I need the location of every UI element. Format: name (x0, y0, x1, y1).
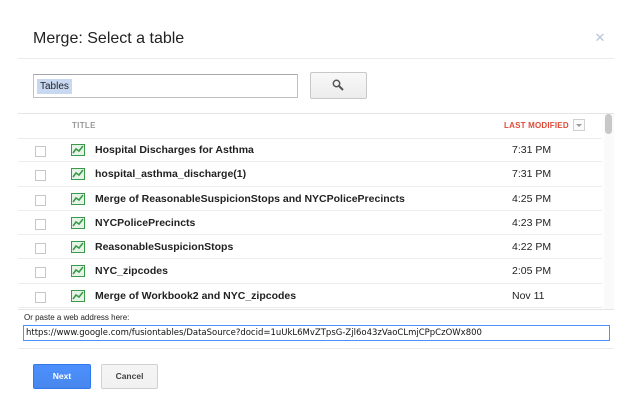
fusion-table-icon (71, 265, 85, 278)
fusion-table-icon (71, 289, 85, 302)
tables-filter-chip[interactable]: Tables (37, 79, 72, 94)
table-name[interactable]: Hospital Discharges for Asthma (95, 144, 254, 156)
footer-divider (18, 348, 614, 349)
fusion-table-icon (71, 216, 85, 229)
table-row[interactable]: Hospital Discharges for Asthma 7:31 PM (18, 138, 602, 163)
fusion-table-icon (71, 144, 85, 156)
table-name[interactable]: NYC_zipcodes (95, 265, 168, 277)
header-divider (18, 58, 614, 59)
table-name[interactable]: NYCPolicePrecincts (95, 217, 195, 229)
row-checkbox[interactable] (35, 194, 46, 206)
row-checkbox[interactable] (35, 267, 46, 279)
column-last-modified-header[interactable]: LAST MODIFIED (504, 121, 569, 130)
row-checkbox[interactable] (35, 243, 46, 255)
fusion-table-icon (71, 192, 85, 205)
table-row[interactable]: Merge of ReasonableSuspicionStops and NY… (18, 187, 602, 211)
table-name[interactable]: Merge of Workbook2 and NYC_zipcodes (95, 290, 296, 302)
table-row[interactable]: NYC_zipcodes 2:05 PM (18, 259, 602, 284)
column-header: TITLE LAST MODIFIED (18, 114, 602, 139)
cancel-button[interactable]: Cancel (101, 364, 158, 389)
table-modified: Nov 11 (512, 289, 545, 302)
table-modified: 4:22 PM (512, 241, 552, 254)
dialog-title: Merge: Select a table (33, 30, 185, 47)
search-icon (332, 79, 344, 91)
chevron-down-icon[interactable] (573, 119, 585, 131)
fusion-table-icon (71, 241, 85, 254)
merge-dialog: Merge: Select a table ✕ Tables TITLE LAS… (0, 0, 640, 414)
fusion-table-icon (71, 168, 85, 181)
table-rows: Hospital Discharges for Asthma 7:31 PM hos… (18, 138, 602, 309)
search-button[interactable] (310, 72, 367, 99)
table-modified: 7:31 PM (512, 168, 552, 181)
table-row[interactable]: ReasonableSuspicionStops 4:22 PM (18, 235, 602, 260)
table-name[interactable]: ReasonableSuspicionStops (95, 241, 233, 253)
close-icon[interactable]: ✕ (593, 31, 607, 45)
table-modified: 4:25 PM (512, 192, 552, 205)
table-modified: 2:05 PM (512, 265, 552, 278)
next-button[interactable]: Next (33, 364, 91, 389)
table-row[interactable]: NYCPolicePrecincts 4:23 PM (18, 211, 602, 236)
table-name[interactable]: hospital_asthma_discharge(1) (95, 168, 246, 180)
search-input[interactable]: Tables (33, 74, 298, 98)
table-name[interactable]: Merge of ReasonableSuspicionStops and NY… (95, 193, 405, 205)
web-address-input[interactable]: https://www.google.com/fusiontables/Data… (23, 325, 610, 341)
row-checkbox[interactable] (35, 218, 46, 230)
row-checkbox[interactable] (35, 146, 46, 157)
table-modified: 7:31 PM (512, 144, 552, 156)
table-row[interactable]: Merge of Workbook2 and NYC_zipcodes Nov 1… (18, 284, 602, 309)
list-scrollbar[interactable] (604, 114, 614, 309)
scrollbar-thumb[interactable] (605, 114, 612, 134)
table-row[interactable]: hospital_asthma_discharge(1) 7:31 PM (18, 162, 602, 187)
column-title-header[interactable]: TITLE (72, 121, 96, 130)
row-checkbox[interactable] (35, 170, 46, 182)
row-checkbox[interactable] (35, 291, 46, 303)
paste-url-label: Or paste a web address here: (24, 313, 130, 322)
table-list: TITLE LAST MODIFIED Hospital Discharges … (18, 113, 614, 310)
table-modified: 4:23 PM (512, 216, 552, 229)
